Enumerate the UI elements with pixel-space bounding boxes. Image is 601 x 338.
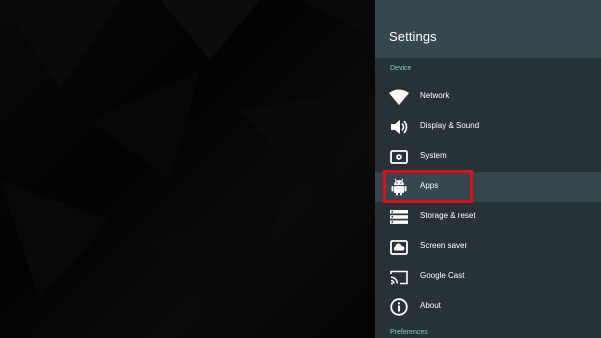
wifi-icon	[389, 88, 409, 106]
background-texture	[0, 0, 375, 338]
menu-label-display-sound: Display & Sound	[420, 121, 480, 130]
section-label-device: Device	[390, 65, 412, 72]
menu-label-google-cast: Google Cast	[420, 271, 465, 280]
speaker-icon	[389, 118, 409, 136]
menu-label-system: System	[420, 151, 447, 160]
menu-label-about: About	[420, 301, 441, 310]
menu-label-screen-saver: Screen saver	[420, 241, 468, 250]
system-gear-icon	[389, 148, 409, 166]
cloud-screen-icon	[389, 238, 409, 256]
menu-item-display-sound[interactable]: Display & Sound	[375, 112, 601, 142]
info-icon	[389, 298, 409, 316]
settings-header: Settings	[375, 0, 601, 58]
section-label-preferences: Preferences	[390, 329, 428, 336]
menu-label-network: Network	[420, 91, 450, 100]
storage-icon	[389, 208, 409, 226]
cast-icon	[389, 268, 409, 286]
apps-highlight-annotation	[383, 170, 473, 203]
menu-item-google-cast[interactable]: Google Cast	[375, 262, 601, 292]
menu-label-storage-reset: Storage & reset	[420, 211, 476, 220]
menu-item-system[interactable]: System	[375, 142, 601, 172]
menu-item-about[interactable]: About	[375, 292, 601, 322]
menu-item-storage-reset[interactable]: Storage & reset	[375, 202, 601, 232]
dark-background	[0, 0, 375, 338]
settings-panel: Settings Device Network Display & Sound	[375, 0, 601, 338]
menu-item-network[interactable]: Network	[375, 82, 601, 112]
settings-title: Settings	[389, 29, 437, 44]
menu-item-screen-saver[interactable]: Screen saver	[375, 232, 601, 262]
